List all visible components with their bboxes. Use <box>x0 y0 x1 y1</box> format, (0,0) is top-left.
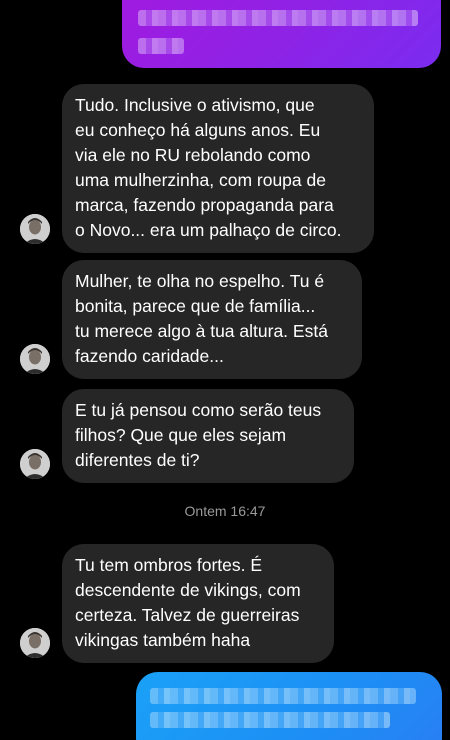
avatar-icon[interactable] <box>20 344 50 374</box>
outgoing-message-redacted[interactable] <box>122 0 441 68</box>
avatar-icon[interactable] <box>20 214 50 244</box>
message-bubble[interactable]: Mulher, te olha no espelho. Tu é bonita,… <box>62 260 362 379</box>
timestamp: Ontem 16:47 <box>184 503 266 519</box>
message-bubble[interactable]: Tudo. Inclusive o ativismo, que eu conhe… <box>62 84 374 253</box>
redacted-text <box>150 688 416 704</box>
redacted-text <box>138 10 418 26</box>
avatar-icon[interactable] <box>20 449 50 479</box>
avatar-icon[interactable] <box>20 628 50 658</box>
chat-thread[interactable]: Tudo. Inclusive o ativismo, que eu conhe… <box>0 0 450 740</box>
redacted-text <box>138 38 184 54</box>
redacted-text <box>150 712 390 728</box>
message-bubble[interactable]: E tu já pensou como serão teus filhos? Q… <box>62 389 354 483</box>
message-bubble[interactable]: Tu tem ombros fortes. É descendente de v… <box>62 544 334 663</box>
outgoing-message-redacted[interactable] <box>136 672 442 740</box>
